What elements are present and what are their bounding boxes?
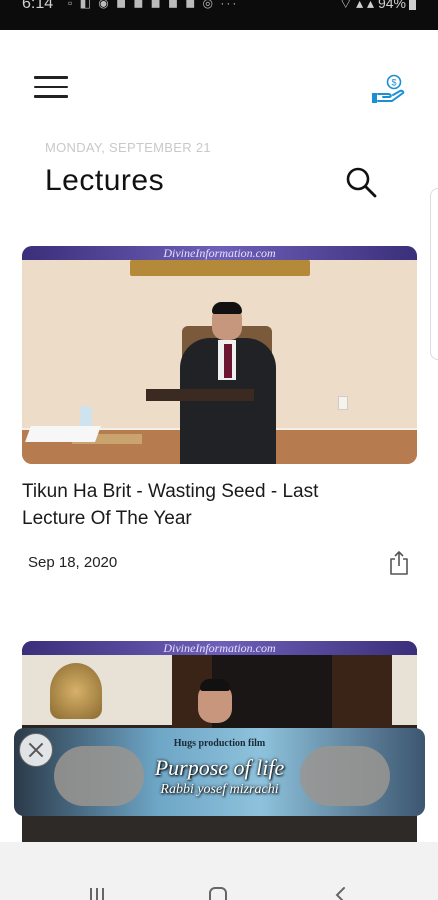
share-icon[interactable] xyxy=(388,550,410,576)
ad-tagline: Hugs production film xyxy=(173,738,266,749)
back-icon[interactable] xyxy=(332,886,348,900)
page-title: Lectures xyxy=(45,164,165,197)
thumbnail-watermark: DivineInformation.com xyxy=(163,246,276,260)
notification-icons: ▫ ◧ ◉ ◼ ◼ ◼ ◼ ◼ ◎ ··· xyxy=(68,0,239,10)
svg-text:$: $ xyxy=(391,78,396,88)
thumbnail-watermark: DivineInformation.com xyxy=(163,641,276,655)
recent-apps-icon[interactable] xyxy=(88,886,106,900)
battery-level: 94% xyxy=(377,0,406,11)
lecture-title[interactable]: Tikun Ha Brit - Wasting Seed - Last Lect… xyxy=(22,478,382,532)
ad-title: Purpose of life xyxy=(154,755,285,780)
search-icon[interactable] xyxy=(344,165,378,199)
hamburger-menu-icon[interactable] xyxy=(34,76,68,100)
home-icon[interactable] xyxy=(208,886,228,900)
ad-banner[interactable]: Hugs production film Purpose of life Rab… xyxy=(14,728,425,816)
status-right: ⌔ ▴ ▴ 94% xyxy=(339,0,416,13)
battery-icon xyxy=(409,0,416,11)
hand-coin-icon[interactable]: $ xyxy=(370,73,406,105)
status-bar: 6:14 ▫ ◧ ◉ ◼ ◼ ◼ ◼ ◼ ◎ ··· ⌔ ▴ ▴ 94% xyxy=(0,0,438,30)
lecture-thumbnail[interactable]: DivineInformation.com xyxy=(22,246,417,464)
status-time: 6:14 xyxy=(22,0,54,12)
current-date: MONDAY, SEPTEMBER 21 xyxy=(45,140,211,155)
ad-subtitle: Rabbi yosef mizrachi xyxy=(160,782,279,797)
speaker-figure xyxy=(172,302,280,464)
close-icon[interactable] xyxy=(19,733,53,767)
system-nav-bar xyxy=(0,842,438,900)
lecture-meta: Sep 18, 2020 xyxy=(22,550,417,576)
edge-panel-handle[interactable] xyxy=(430,188,438,360)
lecture-date: Sep 18, 2020 xyxy=(28,554,118,571)
signal-icon: ⌔ ▴ ▴ xyxy=(339,0,375,11)
lecture-card[interactable]: DivineInformation.com Tikun Ha Brit - Wa… xyxy=(22,246,417,576)
